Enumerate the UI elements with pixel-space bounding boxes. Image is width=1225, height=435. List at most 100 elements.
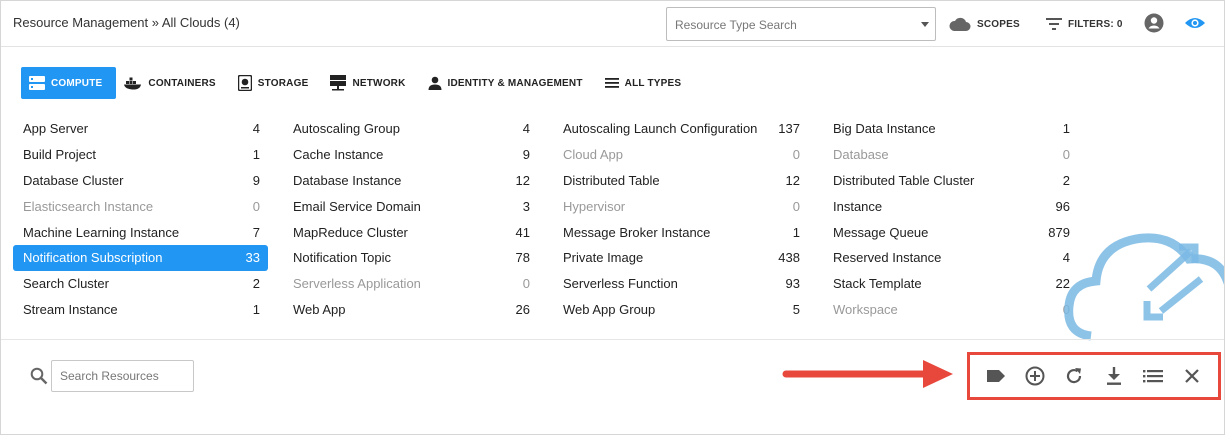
resource-type-row[interactable]: Message Broker Instance 1 (553, 219, 808, 245)
scopes-label: SCOPES (977, 18, 1020, 30)
cloud-icon (949, 17, 971, 31)
refresh-icon (1067, 368, 1082, 384)
resource-count: 3 (522, 198, 530, 214)
resource-type-name: Database Cluster (23, 172, 124, 188)
refresh-button[interactable] (1061, 363, 1087, 389)
resource-type-row[interactable]: Machine Learning Instance 7 (13, 219, 268, 245)
chevron-down-icon[interactable] (921, 22, 929, 27)
person-icon (428, 76, 442, 90)
resource-type-row[interactable]: Web App 26 (283, 297, 538, 323)
download-button[interactable] (1101, 363, 1127, 389)
scopes-button[interactable]: SCOPES (949, 14, 1020, 34)
tab-label: STORAGE (257, 77, 309, 89)
resource-type-row[interactable]: Cache Instance 9 (283, 142, 538, 168)
resource-type-search[interactable]: Resource Type Search (666, 7, 936, 41)
resource-type-row[interactable]: Reserved Instance 4 (823, 245, 1078, 271)
resource-count: 93 (785, 276, 800, 292)
list-view-icon (1142, 370, 1163, 383)
list-view-button[interactable] (1140, 363, 1166, 389)
resource-type-row[interactable]: Distributed Table Cluster 2 (823, 168, 1078, 194)
resource-type-name: Stream Instance (23, 301, 118, 317)
resource-type-name: Database (833, 147, 889, 163)
resource-count: 4 (522, 121, 530, 137)
resource-type-name: Message Broker Instance (563, 224, 711, 240)
resource-count: 0 (792, 147, 800, 163)
resource-type-row[interactable]: Hypervisor 0 (553, 193, 808, 219)
tab-label: NETWORK (352, 77, 406, 89)
resource-type-name: Message Queue (833, 224, 929, 240)
resource-count: 0 (792, 198, 800, 214)
tab-storage[interactable]: STORAGE (230, 67, 323, 99)
resource-type-name: Cloud App (563, 147, 623, 163)
resource-type-row[interactable]: Autoscaling Launch Configuration 137 (553, 116, 808, 142)
resource-count: 2 (1062, 172, 1070, 188)
tab-containers[interactable]: CONTAINERS (116, 67, 229, 99)
resource-type-row[interactable]: App Server 4 (13, 116, 268, 142)
resource-type-row[interactable]: Database 0 (823, 142, 1078, 168)
resource-type-row[interactable]: Big Data Instance 1 (823, 116, 1078, 142)
resource-type-name: Machine Learning Instance (23, 224, 180, 240)
tab-network[interactable]: NETWORK (322, 67, 419, 99)
resource-type-row[interactable]: Distributed Table 12 (553, 168, 808, 194)
resource-count: 26 (515, 301, 530, 317)
resource-type-row[interactable]: Notification Topic 78 (283, 245, 538, 271)
resource-column: App Server 4 Build Project 1 Database Cluste… (13, 116, 268, 322)
user-icon[interactable] (1144, 13, 1164, 33)
resource-count: 1 (792, 224, 800, 240)
resource-count: 12 (515, 172, 530, 188)
resource-type-row[interactable]: Serverless Application 0 (283, 271, 538, 297)
search-resources-input[interactable] (52, 361, 193, 391)
resource-type-name: Web App (293, 301, 346, 317)
divider (1, 339, 1224, 340)
resource-type-name: Web App Group (563, 301, 656, 317)
tab-label: ALL TYPES (624, 77, 682, 89)
resource-type-name: Big Data Instance (833, 121, 936, 137)
resource-type-row[interactable]: Autoscaling Group 4 (283, 116, 538, 142)
eye-icon[interactable] (1184, 15, 1206, 31)
resource-count: 78 (515, 250, 530, 266)
resource-column: Autoscaling Launch Configuration 137 Cloud… (553, 116, 808, 322)
resource-type-row[interactable]: Cloud App 0 (553, 142, 808, 168)
search-resources-field[interactable] (51, 360, 194, 392)
resource-type-name: Email Service Domain (293, 198, 421, 214)
resource-type-row[interactable]: Stream Instance 1 (13, 297, 268, 323)
resource-count: 33 (245, 250, 260, 266)
resource-type-row[interactable]: MapReduce Cluster 41 (283, 219, 538, 245)
resource-type-name: MapReduce Cluster (293, 224, 408, 240)
resource-type-row[interactable]: Database Instance 12 (283, 168, 538, 194)
resource-count: 1 (1062, 121, 1070, 137)
resource-column: Autoscaling Group 4 Cache Instance 9 Databas… (283, 116, 538, 322)
resource-type-name: Cache Instance (293, 147, 384, 163)
resource-count: 4 (252, 121, 260, 137)
resource-type-row[interactable]: Search Cluster 2 (13, 271, 268, 297)
resource-count: 9 (252, 172, 260, 188)
add-button[interactable] (1022, 363, 1048, 389)
server-icon (29, 76, 45, 90)
tab-all-types[interactable]: ALL TYPES (597, 67, 696, 99)
resource-type-row[interactable]: Workspace 0 (823, 297, 1078, 323)
resource-type-row[interactable]: Build Project 1 (13, 142, 268, 168)
resource-type-row[interactable]: Message Queue 879 (823, 219, 1078, 245)
resource-type-name: Private Image (563, 250, 644, 266)
resource-type-row[interactable]: Email Service Domain 3 (283, 193, 538, 219)
resource-type-row[interactable]: Database Cluster 9 (13, 168, 268, 194)
tag-button[interactable] (983, 363, 1009, 389)
filters-button[interactable]: FILTERS: 0 (1046, 14, 1123, 34)
resource-column: Big Data Instance 1 Database 0 Distributed T… (823, 116, 1078, 322)
resource-type-row[interactable]: Elasticsearch Instance 0 (13, 193, 268, 219)
resource-type-name: Notification Subscription (23, 250, 163, 266)
resource-type-row[interactable]: Serverless Function 93 (553, 271, 808, 297)
breadcrumb[interactable]: Resource Management » All Clouds (4) (13, 15, 240, 30)
resource-type-name: Elasticsearch Instance (23, 198, 154, 214)
resource-type-row[interactable]: Stack Template 22 (823, 271, 1078, 297)
resource-toolbar (967, 352, 1221, 400)
close-button[interactable] (1179, 363, 1205, 389)
filter-icon (1046, 18, 1062, 30)
resource-type-row[interactable]: Web App Group 5 (553, 297, 808, 323)
tab-identity-management[interactable]: IDENTITY & MANAGEMENT (420, 67, 597, 99)
resource-type-name: Serverless Function (563, 276, 678, 292)
resource-type-row[interactable]: Private Image 438 (553, 245, 808, 271)
resource-type-row[interactable]: Notification Subscription 33 (13, 244, 268, 271)
tab-compute[interactable]: COMPUTE (21, 67, 117, 99)
resource-type-row[interactable]: Instance 96 (823, 193, 1078, 219)
